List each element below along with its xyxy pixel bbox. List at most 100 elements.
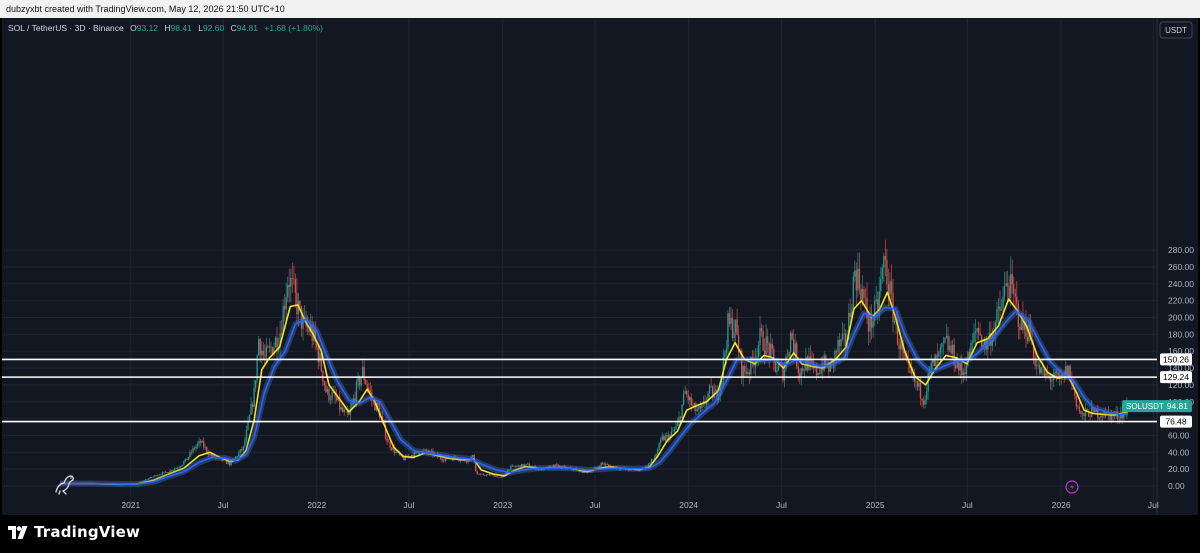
candle-body bbox=[481, 473, 483, 475]
candle-body bbox=[789, 333, 792, 352]
candle-body bbox=[293, 278, 295, 280]
candle-body bbox=[299, 300, 301, 307]
candle-body bbox=[441, 458, 443, 461]
candle-body bbox=[930, 362, 932, 369]
y-tick-label: 280.00 bbox=[1168, 245, 1194, 255]
candle-body bbox=[951, 344, 954, 354]
candle-body bbox=[510, 465, 512, 470]
y-tick-label: 0.00 bbox=[1168, 481, 1185, 491]
candle-body bbox=[187, 457, 190, 460]
candle-body bbox=[959, 363, 961, 371]
candle-body bbox=[676, 422, 679, 426]
candle-body bbox=[877, 299, 879, 311]
candle-body bbox=[484, 475, 486, 476]
candle-body bbox=[681, 404, 683, 418]
candle-body bbox=[181, 464, 183, 467]
candle-body bbox=[708, 385, 711, 394]
candle-body bbox=[1078, 406, 1081, 412]
candle-body bbox=[525, 463, 527, 465]
candle-body bbox=[201, 441, 203, 443]
candle-body bbox=[841, 333, 844, 340]
candle-body bbox=[195, 446, 197, 449]
candle-body bbox=[209, 454, 211, 455]
candle-body bbox=[517, 465, 520, 467]
x-tick-label: Jul bbox=[218, 500, 229, 510]
chart-panel[interactable]: 0.0020.0040.0060.0080.00100.00120.00140.… bbox=[2, 18, 1198, 515]
candle-body bbox=[757, 345, 760, 357]
candle-body bbox=[768, 343, 770, 357]
tradingview-logo[interactable]: TradingView bbox=[8, 523, 140, 541]
candle-body bbox=[485, 474, 488, 476]
candle-body bbox=[962, 372, 965, 376]
candle-body bbox=[658, 443, 660, 451]
candle-body bbox=[965, 365, 968, 375]
level-badge-label: 150.26 bbox=[1163, 354, 1189, 364]
candle-body bbox=[606, 464, 608, 465]
candle-body bbox=[935, 354, 937, 366]
currency-button[interactable]: USDT bbox=[1159, 21, 1193, 39]
candle-body bbox=[251, 403, 254, 408]
candle-body bbox=[490, 474, 492, 476]
candle-body bbox=[245, 429, 248, 441]
candle-body bbox=[261, 350, 263, 355]
candle-body bbox=[884, 256, 887, 261]
candle-body bbox=[730, 318, 732, 324]
candle-body bbox=[685, 391, 688, 395]
y-tick-label: 20.00 bbox=[1168, 464, 1190, 474]
candle-body bbox=[747, 372, 749, 374]
candle-body bbox=[776, 370, 778, 372]
candle-body bbox=[335, 396, 338, 401]
price-chart[interactable]: 0.0020.0040.0060.0080.00100.00120.00140.… bbox=[2, 18, 1198, 515]
candle-body bbox=[479, 473, 482, 475]
candle-body bbox=[710, 385, 712, 387]
candle-body bbox=[319, 352, 321, 362]
candle-body bbox=[494, 476, 497, 477]
open-value: 93.12 bbox=[137, 23, 159, 33]
candle-body bbox=[519, 465, 521, 468]
low-value: 92.60 bbox=[203, 23, 225, 33]
candle-body bbox=[283, 306, 286, 310]
y-tick-label: 240.00 bbox=[1168, 279, 1194, 289]
candle-body bbox=[1006, 283, 1009, 287]
candle-body bbox=[744, 365, 746, 372]
last-price-symbol: SOLUSDT bbox=[1126, 402, 1164, 411]
candle-body bbox=[1083, 413, 1085, 417]
candle-body bbox=[715, 389, 717, 392]
x-tick-label: 2024 bbox=[679, 500, 698, 510]
candle-body bbox=[875, 299, 877, 302]
candle-body bbox=[763, 350, 766, 355]
candle-body bbox=[679, 416, 682, 418]
candle-body bbox=[167, 472, 170, 473]
candle-body bbox=[936, 354, 939, 357]
candle-body bbox=[198, 440, 200, 444]
y-tick-label: 220.00 bbox=[1168, 296, 1194, 306]
candle-body bbox=[915, 381, 917, 382]
candle-body bbox=[290, 278, 292, 287]
candle-body bbox=[444, 458, 446, 462]
candle-body bbox=[326, 388, 329, 393]
candle-body bbox=[280, 333, 283, 334]
chart-grid bbox=[2, 18, 1158, 515]
candle-body bbox=[1019, 326, 1021, 330]
candle-body bbox=[670, 431, 673, 436]
candle-body bbox=[922, 400, 925, 405]
candle-body bbox=[1008, 286, 1010, 298]
candle-body bbox=[253, 387, 255, 408]
lightning-icon[interactable] bbox=[1065, 480, 1079, 494]
candle-body bbox=[340, 407, 342, 410]
close-value: 94.81 bbox=[237, 23, 259, 33]
candle-body bbox=[1080, 411, 1082, 415]
candle-body bbox=[478, 474, 480, 475]
candle-body bbox=[942, 342, 945, 344]
candle-body bbox=[890, 281, 893, 294]
candle-body bbox=[190, 452, 193, 453]
x-tick-label: 2025 bbox=[866, 500, 885, 510]
candle-body bbox=[242, 446, 245, 451]
candle-body bbox=[941, 342, 943, 348]
candle-body bbox=[725, 348, 728, 353]
candle-body bbox=[491, 474, 494, 476]
candle-body bbox=[488, 474, 491, 476]
candle-body bbox=[880, 278, 882, 292]
candle-body bbox=[979, 333, 981, 336]
candle-body bbox=[361, 367, 364, 378]
